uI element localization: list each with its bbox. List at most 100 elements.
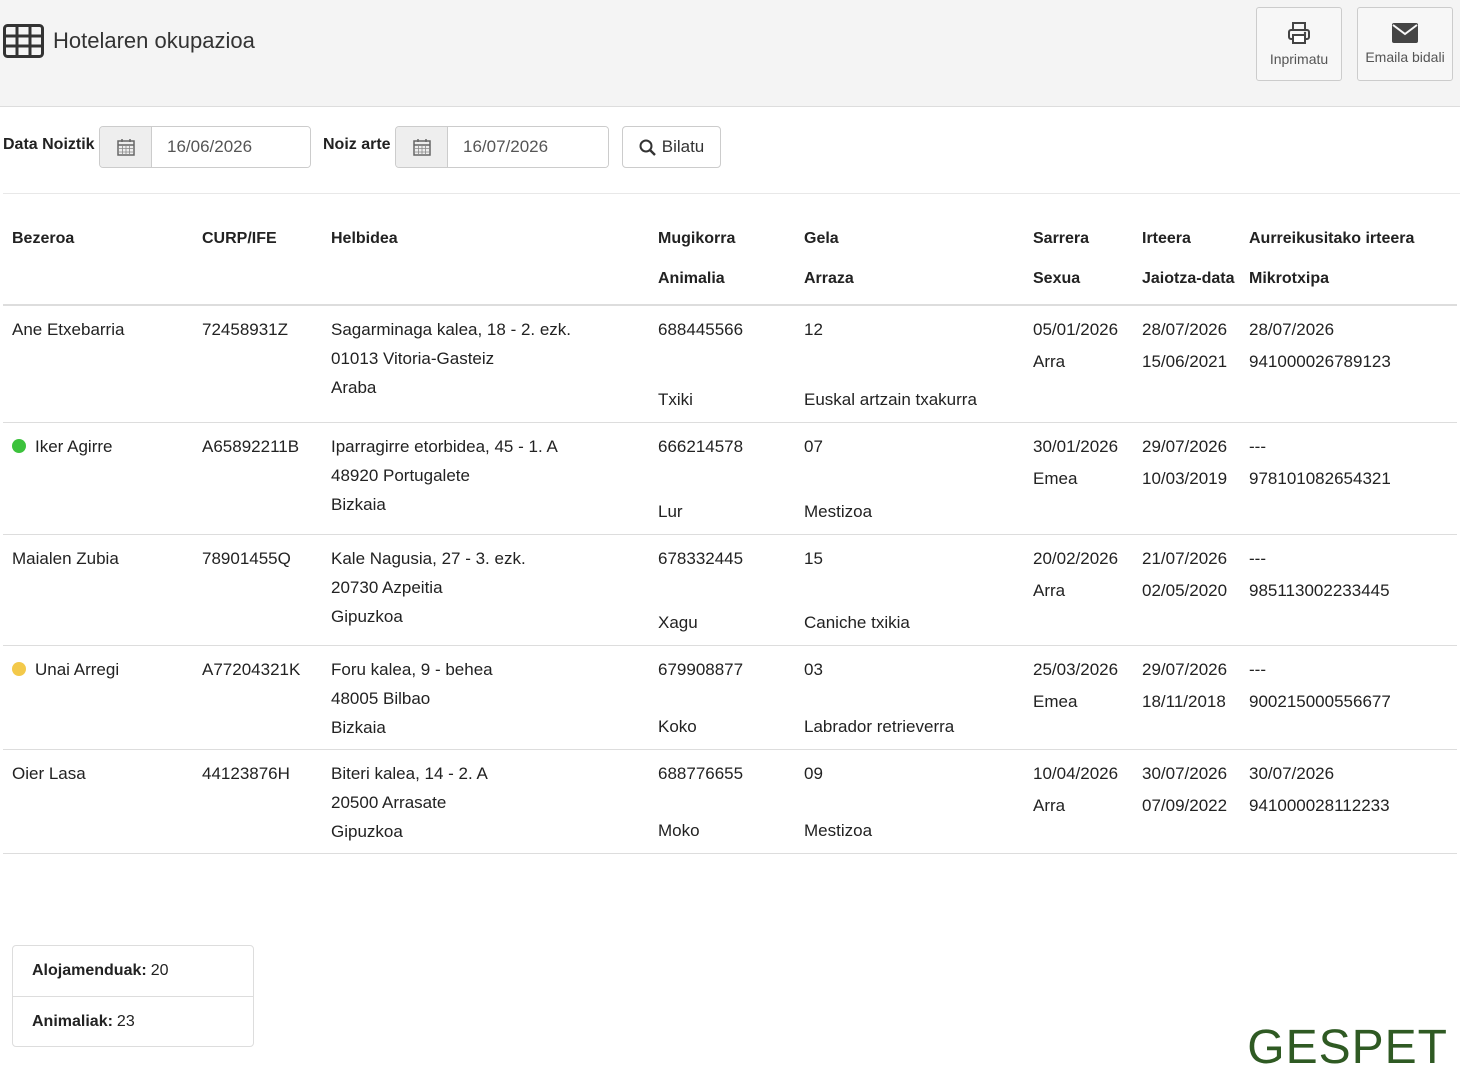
search-button[interactable]: Bilatu: [622, 126, 721, 168]
empty-cell: [1133, 820, 1240, 854]
address-line: Gipuzkoa: [331, 822, 403, 841]
breed-cell: Mestizoa: [795, 820, 1024, 854]
expected-checkout-cell: --- 900215000556677: [1240, 646, 1457, 717]
animal-name-link[interactable]: Txiki: [649, 389, 795, 423]
client-name-link[interactable]: Unai Arregi: [35, 660, 119, 679]
curp-cell: A65892211B: [202, 437, 300, 456]
checkout-cell: 30/07/2026 07/09/2022: [1133, 750, 1240, 821]
address-line: 48005 Bilbao: [331, 689, 431, 708]
col-header-address: Helbidea: [331, 230, 398, 247]
calendar-icon: [116, 139, 135, 156]
microchip-number: 985113002233445: [1249, 580, 1390, 600]
address-line: Kale Nagusia, 27 - 3. ezk.: [331, 548, 526, 568]
from-date-group: [99, 126, 311, 168]
animal-birthdate: 18/11/2018: [1142, 692, 1226, 711]
microchip-number: 941000028112233: [1249, 796, 1390, 815]
table-row-animal: Koko Labrador retrieverra: [3, 716, 1457, 750]
table-row: Oier Lasa 44123876H Biteri kalea, 14 - 2. …: [3, 749, 1457, 854]
microchip-number: 978101082654321: [1249, 469, 1391, 488]
expected-checkout-date: ---: [1249, 437, 1266, 456]
to-calendar-button[interactable]: [396, 127, 448, 167]
address-cell: Kale Nagusia, 27 - 3. ezk. 20730 Azpeitia…: [322, 534, 649, 646]
occupancy-table: Bezeroa CURP/IFE Helbidea Mugikorra Gela…: [3, 215, 1457, 854]
lodgings-value: 20: [150, 962, 169, 979]
curp-cell: A77204321K: [202, 660, 301, 679]
empty-cell: [1133, 500, 1240, 535]
from-date-label: Data Noiztik: [3, 136, 95, 153]
empty-cell: [1240, 500, 1457, 535]
checkout-cell: 29/07/2026 10/03/2019: [1133, 423, 1240, 501]
animals-count: Animaliak: 23: [13, 996, 253, 1046]
address-line: Bizkaia: [331, 495, 386, 514]
empty-cell: [3, 612, 193, 646]
date-filter-bar: Data Noiztik Noiz arte: [3, 126, 1460, 194]
client-cell[interactable]: Unai Arregi: [3, 646, 193, 717]
empty-cell: [193, 612, 322, 646]
checkin-cell: 05/01/2026 Arra: [1024, 305, 1133, 389]
empty-cell: [1133, 389, 1240, 423]
empty-cell: [3, 389, 193, 423]
animal-name-link[interactable]: Lur: [649, 500, 795, 535]
empty-cell: [193, 716, 322, 750]
empty-cell: [193, 820, 322, 854]
from-date-input[interactable]: [152, 127, 310, 167]
address-line: Iparragirre etorbidea, 45 - 1. A: [331, 437, 558, 456]
search-label: Bilatu: [661, 137, 705, 156]
header-row-secondary: Animalia Arraza Sexua Jaiotza-data Mikro…: [3, 262, 1457, 306]
address-cell: Iparragirre etorbidea, 45 - 1. A 48920 Po…: [322, 422, 649, 535]
client-name-link[interactable]: Iker Agirre: [35, 437, 112, 456]
client-cell[interactable]: Oier Lasa: [3, 750, 193, 821]
address-cell: Foru kalea, 9 - behea 48005 Bilbao Bizkaia: [322, 645, 649, 750]
from-calendar-button[interactable]: [100, 127, 152, 167]
send-email-button[interactable]: Emaila bidali: [1357, 7, 1453, 81]
address-line: Gipuzkoa: [331, 606, 403, 626]
checkout-date: 28/07/2026: [1142, 320, 1228, 339]
checkin-date: 25/03/2026: [1033, 660, 1119, 679]
room-cell: 07: [804, 437, 823, 456]
client-name-link[interactable]: Ane Etxebarria: [12, 320, 124, 339]
checkin-cell: 10/04/2026 Arra: [1024, 750, 1133, 821]
col-header-birthdate: Jaiotza-data: [1133, 262, 1240, 306]
expected-checkout-cell: --- 978101082654321: [1240, 423, 1457, 501]
animal-name-link[interactable]: Koko: [649, 716, 795, 750]
address-line: Bizkaia: [331, 718, 386, 737]
microchip-number: 900215000556677: [1249, 692, 1391, 711]
empty-cell: [1240, 716, 1457, 750]
to-date-input[interactable]: [448, 127, 608, 167]
col-header-animal: Animalia: [649, 262, 795, 306]
expected-checkout-date: 28/07/2026: [1249, 320, 1335, 339]
client-name-link[interactable]: Oier Lasa: [12, 764, 86, 783]
checkin-cell: 20/02/2026 Arra: [1024, 534, 1133, 612]
breed-cell: Labrador retrieverra: [795, 716, 1024, 750]
page-title: Hotelaren okupazioa: [53, 28, 255, 53]
address-line: Sagarminaga kalea, 18 - 2. ezk.: [331, 320, 572, 339]
table-icon: [3, 24, 44, 58]
status-dot-icon: [12, 662, 26, 676]
table-row: Ane Etxebarria 72458931Z Sagarminaga kalea…: [3, 305, 1457, 423]
client-cell[interactable]: Iker Agirre: [3, 423, 193, 501]
lodgings-label: Alojamenduak:: [32, 962, 147, 979]
print-button[interactable]: Inprimatu: [1256, 7, 1342, 81]
animal-name-link[interactable]: Moko: [649, 820, 795, 854]
email-label: Emaila bidali: [1365, 49, 1445, 65]
empty-cell: [1240, 820, 1457, 854]
expected-checkout-date: 30/07/2026: [1249, 764, 1335, 783]
empty-cell: [3, 716, 193, 750]
client-name-link[interactable]: Maialen Zubia: [12, 549, 119, 568]
gespet-logo: GESPET: [1247, 1021, 1448, 1074]
animal-sex: Arra: [1033, 580, 1066, 600]
checkin-cell: 30/01/2026 Emea: [1024, 423, 1133, 501]
curp-cell: 44123876H: [202, 764, 290, 783]
animal-birthdate: 02/05/2020: [1142, 580, 1228, 600]
empty-cell: [1024, 389, 1133, 423]
address-cell: Biteri kalea, 14 - 2. A 20500 Arrasate Gip…: [322, 749, 649, 854]
table-row: Unai Arregi A77204321K Foru kalea, 9 - beh…: [3, 645, 1457, 750]
phone-cell: 666214578: [658, 437, 744, 456]
room-cell: 12: [804, 320, 823, 339]
client-cell[interactable]: Ane Etxebarria: [3, 305, 193, 389]
client-cell[interactable]: Maialen Zubia: [3, 534, 193, 612]
phone-cell: 679908877: [658, 660, 744, 679]
empty-cell: [1024, 500, 1133, 535]
animal-name-link[interactable]: Xagu: [649, 612, 795, 646]
col-header-client: Bezeroa: [12, 230, 75, 247]
